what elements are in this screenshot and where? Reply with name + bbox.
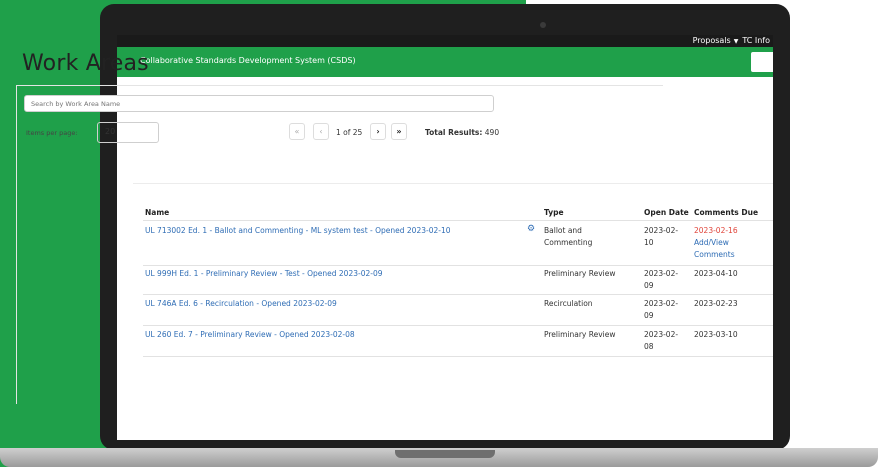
prev-page-button[interactable]: ‹ — [313, 123, 329, 140]
gear-icon[interactable]: ⚙ — [527, 224, 535, 234]
top-nav-bar: Proposals ▼ TC Info — [117, 35, 773, 47]
row-4-comments-due: 2023-03-10 — [694, 330, 738, 339]
row-4-open-l1: 2023-02- — [644, 330, 679, 339]
camera-icon — [540, 22, 546, 28]
row-2-name-link[interactable]: UL 999H Ed. 1 - Preliminary Review - Tes… — [145, 268, 383, 280]
add-view-comments-link[interactable]: Add/View Comments — [694, 238, 735, 259]
row-1-type: Ballot and Commenting — [544, 225, 592, 249]
proposals-menu[interactable]: Proposals — [693, 36, 731, 45]
row-4-name-link[interactable]: UL 260 Ed. 7 - Preliminary Review - Open… — [145, 329, 355, 341]
page-indicator: 1 of 25 — [336, 128, 363, 137]
row-1-type-l2: Commenting — [544, 238, 593, 247]
app-title[interactable]: Collaborative Standards Development Syst… — [140, 56, 356, 65]
app-header: Collaborative Standards Development Syst… — [117, 47, 773, 77]
row-3-type: Recirculation — [544, 299, 593, 308]
items-per-page-input[interactable]: 20 — [97, 122, 159, 143]
column-header-name[interactable]: Name — [145, 208, 169, 217]
row-divider — [143, 294, 773, 295]
column-header-comments-due[interactable]: Comments Due — [694, 208, 758, 217]
items-per-page-label: Items per page: — [26, 129, 78, 137]
first-page-button[interactable]: « — [289, 123, 305, 140]
column-header-open-date[interactable]: Open Date — [644, 208, 689, 217]
total-results-label: Total Results: — [425, 128, 483, 137]
header-search-box[interactable] — [751, 52, 773, 72]
row-divider — [143, 356, 773, 357]
row-2-open-date: 2023-02- 09 — [644, 268, 678, 292]
row-3-comments-due: 2023-02-23 — [694, 299, 738, 308]
header-divider — [143, 220, 773, 221]
column-header-type[interactable]: Type — [544, 208, 564, 217]
row-1-open-date: 2023-02- 10 — [644, 225, 678, 249]
laptop-notch — [395, 450, 495, 458]
row-3-name-link[interactable]: UL 746A Ed. 6 - Recirculation - Opened 2… — [145, 298, 337, 310]
tc-info-menu[interactable]: TC Info — [742, 36, 770, 45]
last-page-button[interactable]: » — [391, 123, 407, 140]
row-4-open-date: 2023-02- 08 — [644, 329, 678, 353]
add-view-l2[interactable]: Comments — [694, 250, 735, 259]
row-3-open-date: 2023-02- 09 — [644, 298, 678, 322]
row-4-type: Preliminary Review — [544, 330, 616, 339]
row-1-due-date: 2023-02-16 — [694, 226, 738, 235]
add-view-l1[interactable]: Add/View — [694, 238, 729, 247]
page-title: Work Areas — [22, 51, 149, 76]
row-1-type-l1: Ballot and — [544, 226, 582, 235]
caret-down-icon: ▼ — [733, 38, 739, 45]
row-2-type: Preliminary Review — [544, 269, 616, 278]
row-2-open-l2: 09 — [644, 281, 654, 290]
row-1-name-link[interactable]: UL 713002 Ed. 1 - Ballot and Commenting … — [145, 225, 451, 237]
search-input[interactable] — [24, 95, 494, 112]
row-1-comments-due: 2023-02-16 Add/View Comments — [694, 225, 738, 261]
row-2-open-l1: 2023-02- — [644, 269, 679, 278]
next-page-button[interactable]: › — [370, 123, 386, 140]
row-divider — [143, 265, 773, 266]
total-results: Total Results: 490 — [425, 128, 499, 137]
row-2-comments-due: 2023-04-10 — [694, 269, 738, 278]
row-1-open-l1: 2023-02- — [644, 226, 679, 235]
total-results-value: 490 — [484, 128, 500, 137]
row-3-open-l2: 09 — [644, 311, 654, 320]
row-4-open-l2: 08 — [644, 342, 654, 351]
divider — [133, 183, 773, 184]
row-1-open-l2: 10 — [644, 238, 654, 247]
row-3-open-l1: 2023-02- — [644, 299, 679, 308]
row-divider — [143, 325, 773, 326]
